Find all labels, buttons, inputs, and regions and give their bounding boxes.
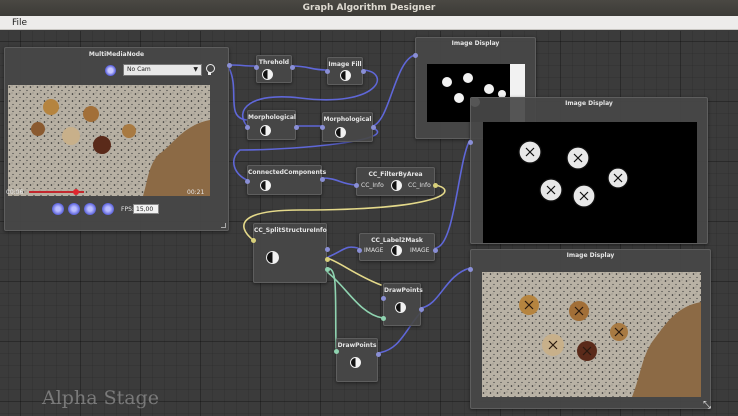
cc-label2mask-node[interactable]: CC_Label2Mask IMAGE IMAGE bbox=[357, 233, 438, 261]
half-circle-icon bbox=[395, 302, 406, 313]
image-fill-node-title: Image Fill bbox=[328, 61, 362, 68]
time-elapsed: 00:06 bbox=[6, 189, 24, 196]
half-circle-icon bbox=[262, 69, 273, 80]
resize-icon[interactable]: ⤡ bbox=[703, 400, 711, 411]
input-port[interactable] bbox=[381, 316, 386, 321]
input-port[interactable] bbox=[357, 248, 362, 253]
port-label-out: CC_Info bbox=[408, 182, 431, 189]
cc-filter-by-area-node[interactable]: CC_FilterByArea CC_Info CC_Info bbox=[354, 167, 438, 196]
input-port[interactable] bbox=[245, 179, 250, 184]
fps-label: FPS: bbox=[121, 206, 134, 213]
morphological-node-2[interactable]: Morphological bbox=[320, 112, 376, 142]
multimedia-node-title: MultiMediaNode bbox=[88, 51, 145, 58]
image-display-title: Image Display bbox=[566, 252, 615, 259]
draw-points-node-title: DrawPoints bbox=[337, 342, 377, 349]
multimedia-node[interactable]: MultiMediaNode No Cam ▼ 00:06 00:21 FPS:… bbox=[4, 47, 232, 231]
half-circle-icon bbox=[340, 70, 351, 81]
threshold-node[interactable]: Threhold bbox=[254, 55, 295, 83]
output-port[interactable] bbox=[227, 63, 232, 68]
half-circle-icon bbox=[391, 180, 402, 191]
half-circle-icon bbox=[391, 245, 402, 256]
time-total: 00:21 bbox=[187, 189, 205, 196]
morphological-node-title: Morphological bbox=[323, 116, 372, 123]
morphological-node-1[interactable]: Morphological bbox=[245, 110, 299, 140]
image-preview bbox=[483, 122, 697, 243]
loop-icon[interactable] bbox=[102, 203, 114, 215]
output-port[interactable] bbox=[376, 352, 381, 357]
draw-points-node-1[interactable]: DrawPoints bbox=[381, 283, 424, 326]
input-port[interactable] bbox=[254, 65, 259, 70]
output-port[interactable] bbox=[325, 247, 330, 252]
camera-select-value: No Cam bbox=[127, 66, 151, 73]
input-port[interactable] bbox=[381, 296, 386, 301]
output-port[interactable] bbox=[433, 183, 438, 188]
chevron-down-icon: ▼ bbox=[193, 66, 198, 73]
camera-icon[interactable] bbox=[105, 65, 116, 76]
half-circle-icon bbox=[350, 357, 361, 368]
port-label-in: CC_Info bbox=[361, 182, 384, 189]
pause-icon[interactable] bbox=[68, 203, 80, 215]
output-port[interactable] bbox=[433, 248, 438, 253]
output-port[interactable] bbox=[325, 267, 330, 272]
threshold-node-title: Threhold bbox=[258, 59, 290, 66]
seek-handle[interactable] bbox=[73, 189, 79, 195]
draw-points-node-2[interactable]: DrawPoints bbox=[334, 338, 381, 382]
half-circle-icon bbox=[260, 180, 271, 191]
connected-components-node-title: ConnectedComponents bbox=[248, 169, 327, 176]
output-port[interactable] bbox=[290, 65, 295, 70]
stop-icon[interactable] bbox=[84, 203, 96, 215]
input-port[interactable] bbox=[325, 69, 330, 74]
input-port[interactable] bbox=[334, 349, 339, 354]
fps-spinbox[interactable]: 15,00 bbox=[133, 204, 159, 214]
resize-icon[interactable] bbox=[221, 223, 226, 228]
window-title: Graph Algorithm Designer bbox=[0, 0, 738, 16]
output-port[interactable] bbox=[294, 125, 299, 130]
input-port[interactable] bbox=[320, 125, 325, 130]
input-port[interactable] bbox=[245, 125, 250, 130]
output-port[interactable] bbox=[361, 69, 366, 74]
image-display-title: Image Display bbox=[565, 100, 613, 107]
input-port[interactable] bbox=[468, 267, 473, 272]
output-port[interactable] bbox=[325, 257, 330, 262]
play-icon[interactable] bbox=[52, 203, 64, 215]
input-port[interactable] bbox=[251, 238, 256, 243]
lightbulb-icon[interactable] bbox=[205, 64, 215, 76]
cc-split-structure-info-node[interactable]: CC_SplitStructureInfo bbox=[251, 223, 330, 283]
half-circle-icon bbox=[260, 125, 271, 136]
output-port[interactable] bbox=[419, 307, 424, 312]
input-port[interactable] bbox=[413, 53, 418, 58]
image-fill-node[interactable]: Image Fill bbox=[325, 57, 366, 85]
cc-filter-by-area-title: CC_FilterByArea bbox=[368, 171, 423, 178]
watermark-text: Alpha Stage bbox=[42, 387, 159, 409]
input-port[interactable] bbox=[354, 183, 359, 188]
port-label-in: IMAGE bbox=[364, 247, 384, 254]
cc-label2mask-title: CC_Label2Mask bbox=[371, 237, 423, 244]
draw-points-node-title: DrawPoints bbox=[384, 287, 423, 294]
image-preview bbox=[482, 272, 701, 397]
input-port[interactable] bbox=[468, 140, 473, 145]
port-label-out: IMAGE bbox=[410, 247, 430, 254]
image-display-node-3[interactable]: Image Display bbox=[468, 249, 711, 409]
half-circle-icon bbox=[335, 127, 346, 138]
morphological-node-title: Morphological bbox=[248, 114, 296, 121]
image-display-title: Image Display bbox=[451, 40, 500, 47]
half-circle-icon bbox=[266, 251, 279, 264]
connected-components-node[interactable]: ConnectedComponents bbox=[245, 165, 327, 195]
fps-value: 15,00 bbox=[136, 206, 154, 213]
output-port[interactable] bbox=[371, 125, 376, 130]
output-port[interactable] bbox=[320, 177, 325, 182]
image-display-node-2[interactable]: Image Display bbox=[468, 97, 708, 244]
camera-select[interactable]: No Cam ▼ bbox=[123, 64, 202, 76]
video-preview bbox=[8, 85, 210, 196]
menu-bar: File bbox=[0, 16, 738, 30]
cc-split-structure-info-title: CC_SplitStructureInfo bbox=[254, 227, 327, 234]
menu-file[interactable]: File bbox=[12, 16, 27, 30]
